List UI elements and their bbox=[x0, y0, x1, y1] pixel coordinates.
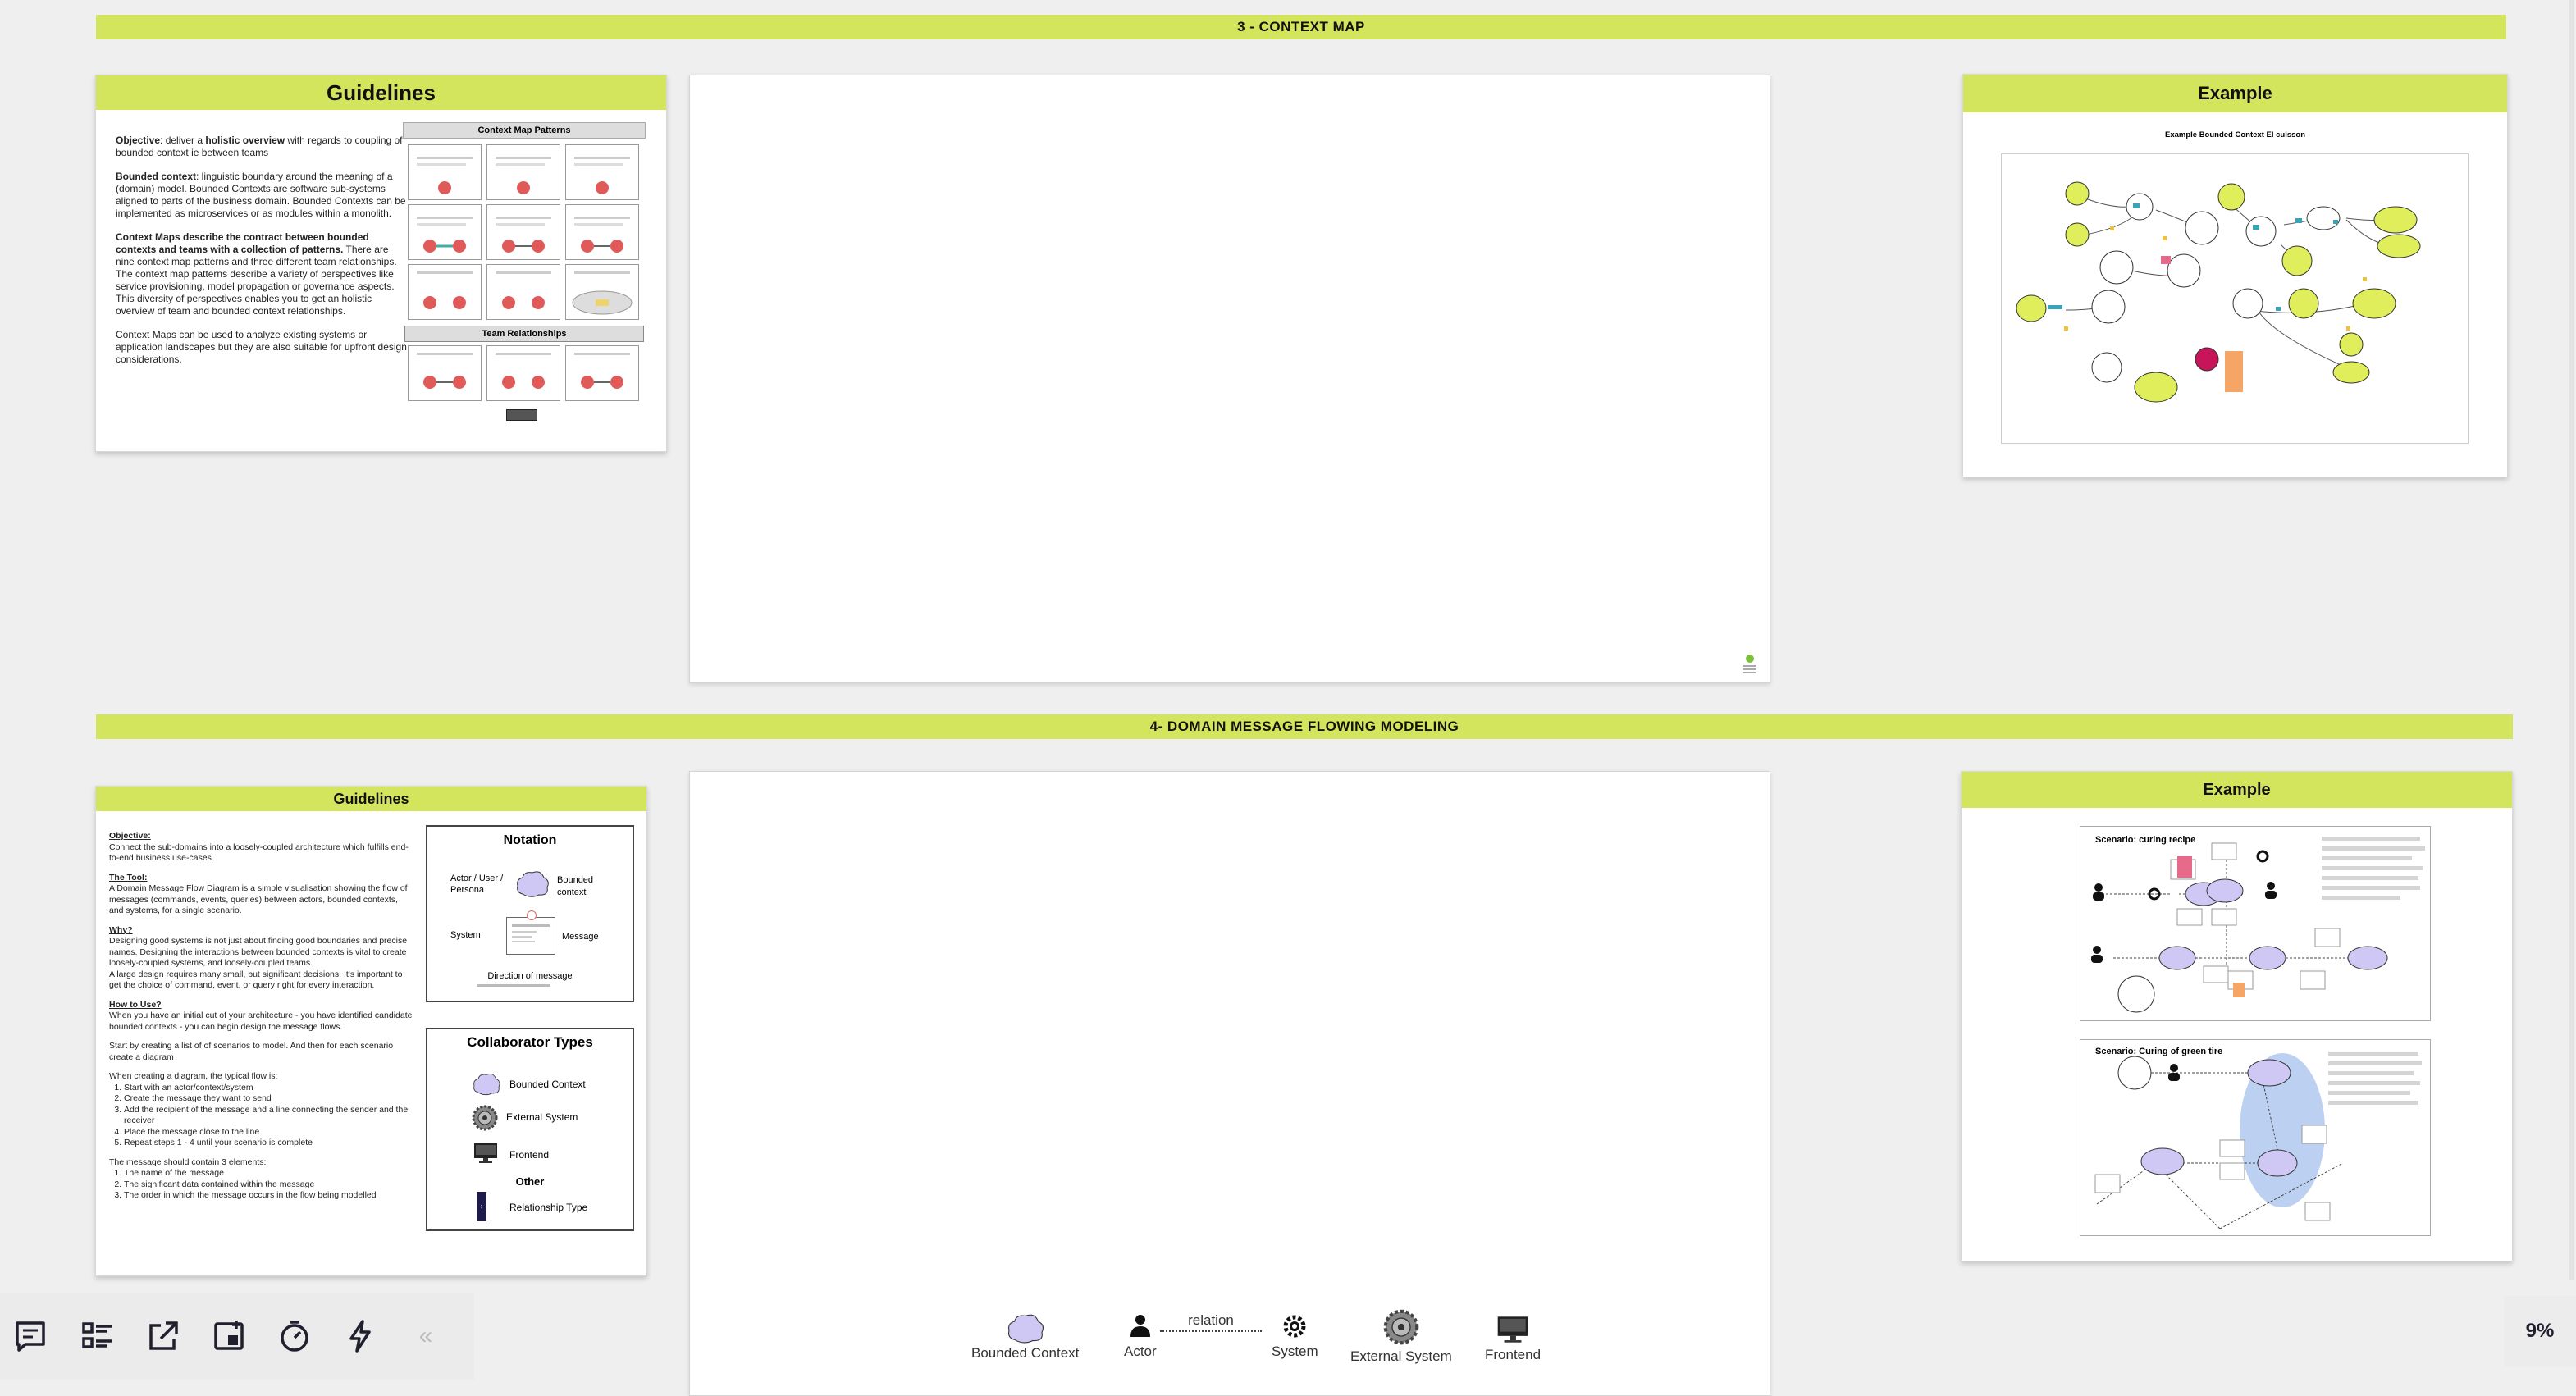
pattern-box bbox=[408, 204, 482, 260]
timer-icon bbox=[281, 1321, 308, 1352]
bounded-context-cloud-icon bbox=[1007, 1314, 1044, 1344]
collab-bounded-label: Bounded Context bbox=[509, 1079, 586, 1090]
license-badge bbox=[506, 409, 537, 421]
example-subtitle: Example Bounded Context El cuisson bbox=[2164, 130, 2306, 139]
palette-system[interactable]: System bbox=[1272, 1314, 1318, 1360]
example-title: Example bbox=[1962, 772, 2512, 808]
team-relationship-box bbox=[565, 345, 639, 401]
domain-message-flow-canvas-frame[interactable] bbox=[689, 771, 1770, 1396]
notation-direction-label: Direction of message bbox=[487, 971, 573, 981]
pattern-box bbox=[486, 144, 560, 200]
team-relationships-title: Team Relationships bbox=[404, 326, 644, 342]
example-card[interactable]: Example Example Bounded Context El cuiss… bbox=[1962, 74, 2508, 477]
share-button[interactable] bbox=[143, 1316, 184, 1357]
example-context-map-diagram bbox=[2001, 153, 2469, 444]
palette-system-label: System bbox=[1272, 1344, 1318, 1359]
pattern-box bbox=[408, 264, 482, 320]
element-palette: Bounded Context Actor relation System Ex… bbox=[960, 1304, 1551, 1380]
team-relationship-box bbox=[486, 345, 560, 401]
context-map-canvas-frame[interactable] bbox=[689, 75, 1770, 683]
palette-frontend-label: Frontend bbox=[1485, 1347, 1541, 1362]
team-relationship-box bbox=[408, 345, 482, 401]
bottom-toolbar: « bbox=[0, 1293, 474, 1380]
pattern-box bbox=[408, 144, 482, 200]
notation-system-label: System bbox=[450, 930, 481, 940]
palette-actor-label: Actor bbox=[1124, 1344, 1157, 1359]
collaborator-types-title: Collaborator Types bbox=[467, 1034, 593, 1050]
zoom-indicator[interactable]: 9% bbox=[2504, 1296, 2576, 1366]
guidelines-title: Guidelines bbox=[96, 75, 666, 110]
message-sticky-icon bbox=[506, 910, 555, 955]
collaborator-types-box: Collaborator Types Bounded Context Exter… bbox=[426, 1028, 634, 1231]
palette-frontend[interactable]: Frontend bbox=[1485, 1316, 1541, 1363]
palette-bounded-context[interactable]: Bounded Context bbox=[971, 1312, 1079, 1362]
collab-frontend-label: Frontend bbox=[509, 1149, 550, 1161]
frontend-monitor-icon bbox=[474, 1143, 497, 1163]
timer-button[interactable] bbox=[274, 1316, 315, 1357]
patterns-title: Context Map Patterns bbox=[403, 122, 646, 139]
notation-box: Notation Actor / User / Persona Bounded … bbox=[426, 825, 634, 1002]
bounded-context-cloud-icon bbox=[473, 1073, 500, 1096]
external-system-gear-icon bbox=[472, 1105, 498, 1131]
list-icon bbox=[82, 1322, 112, 1348]
palette-external-label: External System bbox=[1350, 1348, 1452, 1364]
palette-relation-label: relation bbox=[1188, 1312, 1234, 1328]
scenario-diagram: Scenario: curing recipe bbox=[2080, 826, 2431, 1021]
section-banner-context-map: 3 - CONTEXT MAP bbox=[96, 15, 2506, 39]
external-system-gear-icon bbox=[1383, 1309, 1419, 1345]
bounded-context-cloud-icon bbox=[517, 871, 549, 897]
vertical-scrollbar[interactable] bbox=[2569, 0, 2574, 1280]
scenario-title: Scenario: Curing of green tire bbox=[2095, 1047, 2223, 1056]
system-gear-icon bbox=[1283, 1315, 1306, 1338]
card-button[interactable] bbox=[208, 1316, 249, 1357]
section-banner-domain-message-flow: 4- DOMAIN MESSAGE FLOWING MODELING bbox=[96, 714, 2513, 739]
apps-button[interactable] bbox=[340, 1316, 381, 1357]
card-icon bbox=[214, 1321, 244, 1350]
pattern-box bbox=[565, 204, 639, 260]
comments-button[interactable] bbox=[10, 1316, 51, 1357]
example-title: Example bbox=[1963, 75, 2507, 112]
collapse-toolbar-button[interactable]: « bbox=[405, 1316, 446, 1357]
notation-title: Notation bbox=[503, 833, 557, 847]
guidelines-card[interactable]: Guidelines Objective: Connect the sub-do… bbox=[95, 786, 647, 1276]
example-card[interactable]: Example Scenario: curing recipe Scenario… bbox=[1961, 771, 2513, 1261]
comment-icon bbox=[16, 1321, 45, 1352]
notation-bounded-label: Bounded context bbox=[557, 875, 594, 897]
pattern-box bbox=[486, 264, 560, 320]
frames-list-button[interactable] bbox=[77, 1316, 118, 1357]
relationship-type-icon: › bbox=[477, 1192, 486, 1221]
collab-other-label: Other bbox=[515, 1175, 545, 1188]
scenario-diagram: Scenario: Curing of green tire bbox=[2080, 1039, 2431, 1236]
palette-external-system[interactable]: External System bbox=[1350, 1309, 1452, 1365]
external-link-icon bbox=[149, 1321, 178, 1350]
pattern-box bbox=[565, 144, 639, 200]
guidelines-card[interactable]: Guidelines Objective: deliver a holistic… bbox=[95, 75, 667, 452]
notation-actor-label: Actor / User / Persona bbox=[450, 874, 504, 895]
palette-bounded-label: Bounded Context bbox=[971, 1345, 1080, 1361]
frame-logo bbox=[1743, 655, 1756, 676]
notation-message-label: Message bbox=[562, 932, 599, 942]
guidelines-text: Objective: deliver a holistic overview w… bbox=[116, 135, 407, 365]
guidelines-title: Guidelines bbox=[96, 787, 646, 811]
guidelines-text: Objective: Connect the sub-domains into … bbox=[109, 831, 413, 1210]
pattern-box bbox=[486, 204, 560, 260]
context-map-patterns-panel: Context Map Patterns Team Relationships bbox=[403, 122, 646, 426]
scenario-title: Scenario: curing recipe bbox=[2095, 835, 2196, 845]
frontend-monitor-icon bbox=[1497, 1316, 1528, 1343]
pattern-box bbox=[565, 264, 639, 320]
palette-relation[interactable]: relation bbox=[1147, 1312, 1275, 1332]
lightning-icon bbox=[349, 1320, 371, 1353]
collab-relationship-label: Relationship Type bbox=[509, 1202, 588, 1213]
collab-external-label: External System bbox=[506, 1111, 578, 1123]
